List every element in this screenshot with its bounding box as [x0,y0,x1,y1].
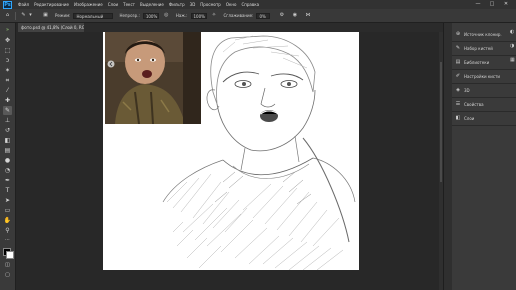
color-icon[interactable]: ◐ [510,29,516,35]
gradient-icon[interactable]: ▤ [3,146,12,155]
smoothing-label: Сглаживание: [223,13,254,18]
chevron-down-icon[interactable]: ▾ [27,12,34,19]
mode-select[interactable]: Нормальный [73,12,114,19]
marquee-icon[interactable]: ⬚ [3,46,12,55]
maximize-button[interactable]: □ [488,1,496,8]
flow-input[interactable]: 100% [190,12,207,19]
photoshop-logo: Ps [3,0,12,9]
workspace [16,32,443,290]
brush-settings-icon: ✐ [455,73,461,79]
toolbar-collapse-icon[interactable]: » [3,26,12,35]
magic-wand-icon[interactable]: ✶ [3,66,12,75]
eyedropper-icon[interactable]: ⁄ [3,86,12,95]
background-color-swatch[interactable] [6,251,14,259]
home-icon[interactable]: ⌂ [4,12,11,19]
opacity-input[interactable]: 100% [142,12,159,19]
panel-label: Набор кистей [464,45,493,51]
brush-icon: ✎ [455,45,461,51]
brush-preset-icon[interactable]: ✎ [20,12,27,19]
opacity-label: Непрозр.: [119,13,140,18]
cube-icon: ◈ [456,87,460,93]
panel-layers[interactable]: ◧ Слои [452,111,516,126]
document-tab[interactable]: фото.psd @ 41,8% (Слой 0, RGB/8*) [18,23,84,32]
panel-brushes[interactable]: ✎ Набор кистей [452,41,516,56]
clone-source-icon: ⊕ [455,31,461,37]
panel-brush-settings[interactable]: ✐ Настройки кисти [452,69,516,84]
right-panel-dock: ⊕ Источник клонир. ✎ Набор кистей ▤ Библ… [452,23,516,290]
canvas[interactable] [103,32,359,271]
document-tab-bar: фото.psd @ 41,8% (Слой 0, RGB/8*) [18,23,443,32]
panel-label: Слои [464,115,475,121]
history-brush-icon[interactable]: ↺ [3,126,12,135]
menu-bar: Ps Файл Редактирование Изображение Слои … [0,0,516,9]
blur-icon[interactable]: ● [3,156,12,165]
menu-window[interactable]: Окно [226,2,237,7]
window-controls: — □ ✕ [468,1,510,8]
minimize-button[interactable]: — [474,1,482,8]
pressure-size-icon[interactable]: ◉ [291,12,298,19]
move-icon[interactable]: ✥ [3,36,12,45]
path-select-icon[interactable]: ➤ [3,196,12,205]
more-tools-icon[interactable]: ⋯ [3,236,12,245]
pressure-opacity-icon[interactable]: ◎ [163,12,170,19]
panel-label: Источник клонир. [464,31,502,37]
type-icon[interactable]: T [3,186,12,195]
gear-icon[interactable]: ⚙ [278,12,285,19]
panel-3d[interactable]: ◈ 3D [452,83,516,98]
healing-icon[interactable]: ✚ [3,96,12,105]
eraser-icon[interactable]: ◧ [3,136,12,145]
swatches-icon[interactable]: ▦ [510,57,516,63]
menu-edit[interactable]: Редактирование [34,2,69,7]
reference-photo-image [105,32,201,124]
airbrush-icon[interactable]: ✧ [211,12,218,19]
scrollbar-thumb[interactable] [440,62,442,182]
menu-items: Файл Редактирование Изображение Слои Тек… [18,2,264,7]
clone-stamp-icon[interactable]: ⊥ [3,116,12,125]
menu-type[interactable]: Текст [123,2,135,7]
menu-layers[interactable]: Слои [108,2,118,7]
flow-label: Наж.: [175,13,188,18]
panel-label: Настройки кисти [464,73,501,79]
adjustments-icon[interactable]: ◑ [510,43,516,49]
panel-properties[interactable]: ☰ Свойства [452,97,516,112]
panel-clone-source[interactable]: ⊕ Источник клонир. [452,27,516,42]
panel-label: 3D [464,87,470,93]
panel-libraries[interactable]: ▤ Библиотеки [452,55,516,70]
dodge-icon[interactable]: ◔ [3,166,12,175]
layers-icon: ◧ [455,115,461,121]
toolbar: » ✥ ⬚ ↄ ✶ ⌗ ⁄ ✚ ✎ ⊥ ↺ ◧ ▤ ● ◔ ✒ T ➤ ▭ ✋ … [0,23,16,290]
panel-label: Свойства [464,101,484,107]
zoom-icon[interactable]: ⚲ [3,226,12,235]
pen-icon[interactable]: ✒ [3,176,12,185]
properties-icon: ☰ [455,101,461,107]
lasso-icon[interactable]: ↄ [3,56,12,65]
smoothing-input[interactable]: 0% [256,12,271,19]
reference-photo [105,32,201,124]
brush-icon[interactable]: ✎ [3,106,12,115]
mode-label: Режим: [55,13,71,18]
close-button[interactable]: ✕ [502,1,510,8]
symmetry-icon[interactable]: ⋈ [304,12,311,19]
screen-mode-icon[interactable]: ▢ [3,271,12,280]
panel-side-icons: ◐ ◑ ▦ [510,23,516,83]
quick-mask-icon[interactable]: ◫ [3,261,12,270]
divider [15,11,16,20]
menu-file[interactable]: Файл [18,2,29,7]
menu-filter[interactable]: Фильтр [169,2,185,7]
panel-collapse-strip[interactable] [443,23,452,290]
crop-icon[interactable]: ⌗ [3,76,12,85]
options-bar: ⌂ ✎ ▾ ▣ Режим: Нормальный Непрозр.: 100%… [0,9,516,23]
menu-view[interactable]: Просмотр [200,2,221,7]
brush-panel-icon[interactable]: ▣ [42,12,49,19]
menu-help[interactable]: Справка [241,2,259,7]
menu-select[interactable]: Выделение [140,2,164,7]
menu-image[interactable]: Изображение [74,2,103,7]
hand-icon[interactable]: ✋ [3,216,12,225]
menu-3d[interactable]: 3D [190,2,196,7]
library-icon: ▤ [455,59,461,65]
shape-icon[interactable]: ▭ [3,206,12,215]
panel-label: Библиотеки [464,59,490,65]
